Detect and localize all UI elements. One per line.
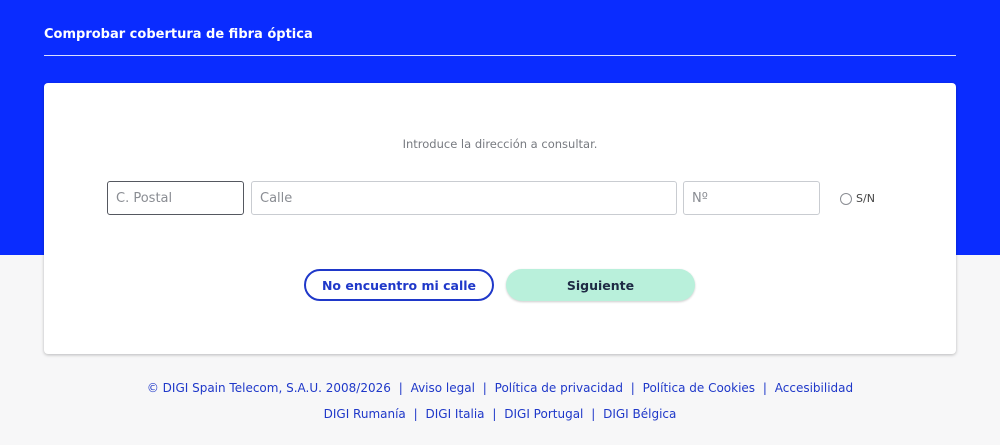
footer-legal-links: © DIGI Spain Telecom, S.A.U. 2008/2026 |… xyxy=(0,381,1000,395)
street-input[interactable] xyxy=(251,181,677,215)
digi-portugal-link[interactable]: DIGI Portugal xyxy=(504,407,583,421)
footer-separator: | xyxy=(413,407,418,421)
no-number-label: S/N xyxy=(856,192,875,205)
header-divider xyxy=(44,55,956,56)
coverage-form-card: Introduce la dirección a consultar. S/N … xyxy=(44,83,956,354)
page-title: Comprobar cobertura de fibra óptica xyxy=(44,27,313,42)
footer-separator: | xyxy=(762,381,767,395)
digi-italy-link[interactable]: DIGI Italia xyxy=(425,407,484,421)
accessibility-link[interactable]: Accesibilidad xyxy=(775,381,853,395)
cant-find-street-button[interactable]: No encuentro mi calle xyxy=(304,269,494,301)
no-number-option[interactable]: S/N xyxy=(840,192,875,205)
footer-separator: | xyxy=(591,407,596,421)
postal-code-input[interactable] xyxy=(107,181,244,215)
form-instruction: Introduce la dirección a consultar. xyxy=(402,137,598,151)
legal-notice-link[interactable]: Aviso legal xyxy=(411,381,475,395)
street-number-input[interactable] xyxy=(683,181,820,215)
digi-belgium-link[interactable]: DIGI Bélgica xyxy=(603,407,676,421)
footer-separator: | xyxy=(630,381,635,395)
footer-separator: | xyxy=(398,381,403,395)
no-number-radio[interactable] xyxy=(840,192,852,205)
page: Comprobar cobertura de fibra óptica Intr… xyxy=(0,0,1000,445)
digi-romania-link[interactable]: DIGI Rumanía xyxy=(324,407,406,421)
footer-separator: | xyxy=(482,381,487,395)
copyright-text: © DIGI Spain Telecom, S.A.U. 2008/2026 xyxy=(146,381,391,395)
cookie-policy-link[interactable]: Política de Cookies xyxy=(643,381,755,395)
footer-country-links: DIGI Rumanía | DIGI Italia | DIGI Portug… xyxy=(0,407,1000,421)
footer-separator: | xyxy=(492,407,497,421)
privacy-policy-link[interactable]: Política de privacidad xyxy=(495,381,623,395)
next-button[interactable]: Siguiente xyxy=(506,269,695,301)
